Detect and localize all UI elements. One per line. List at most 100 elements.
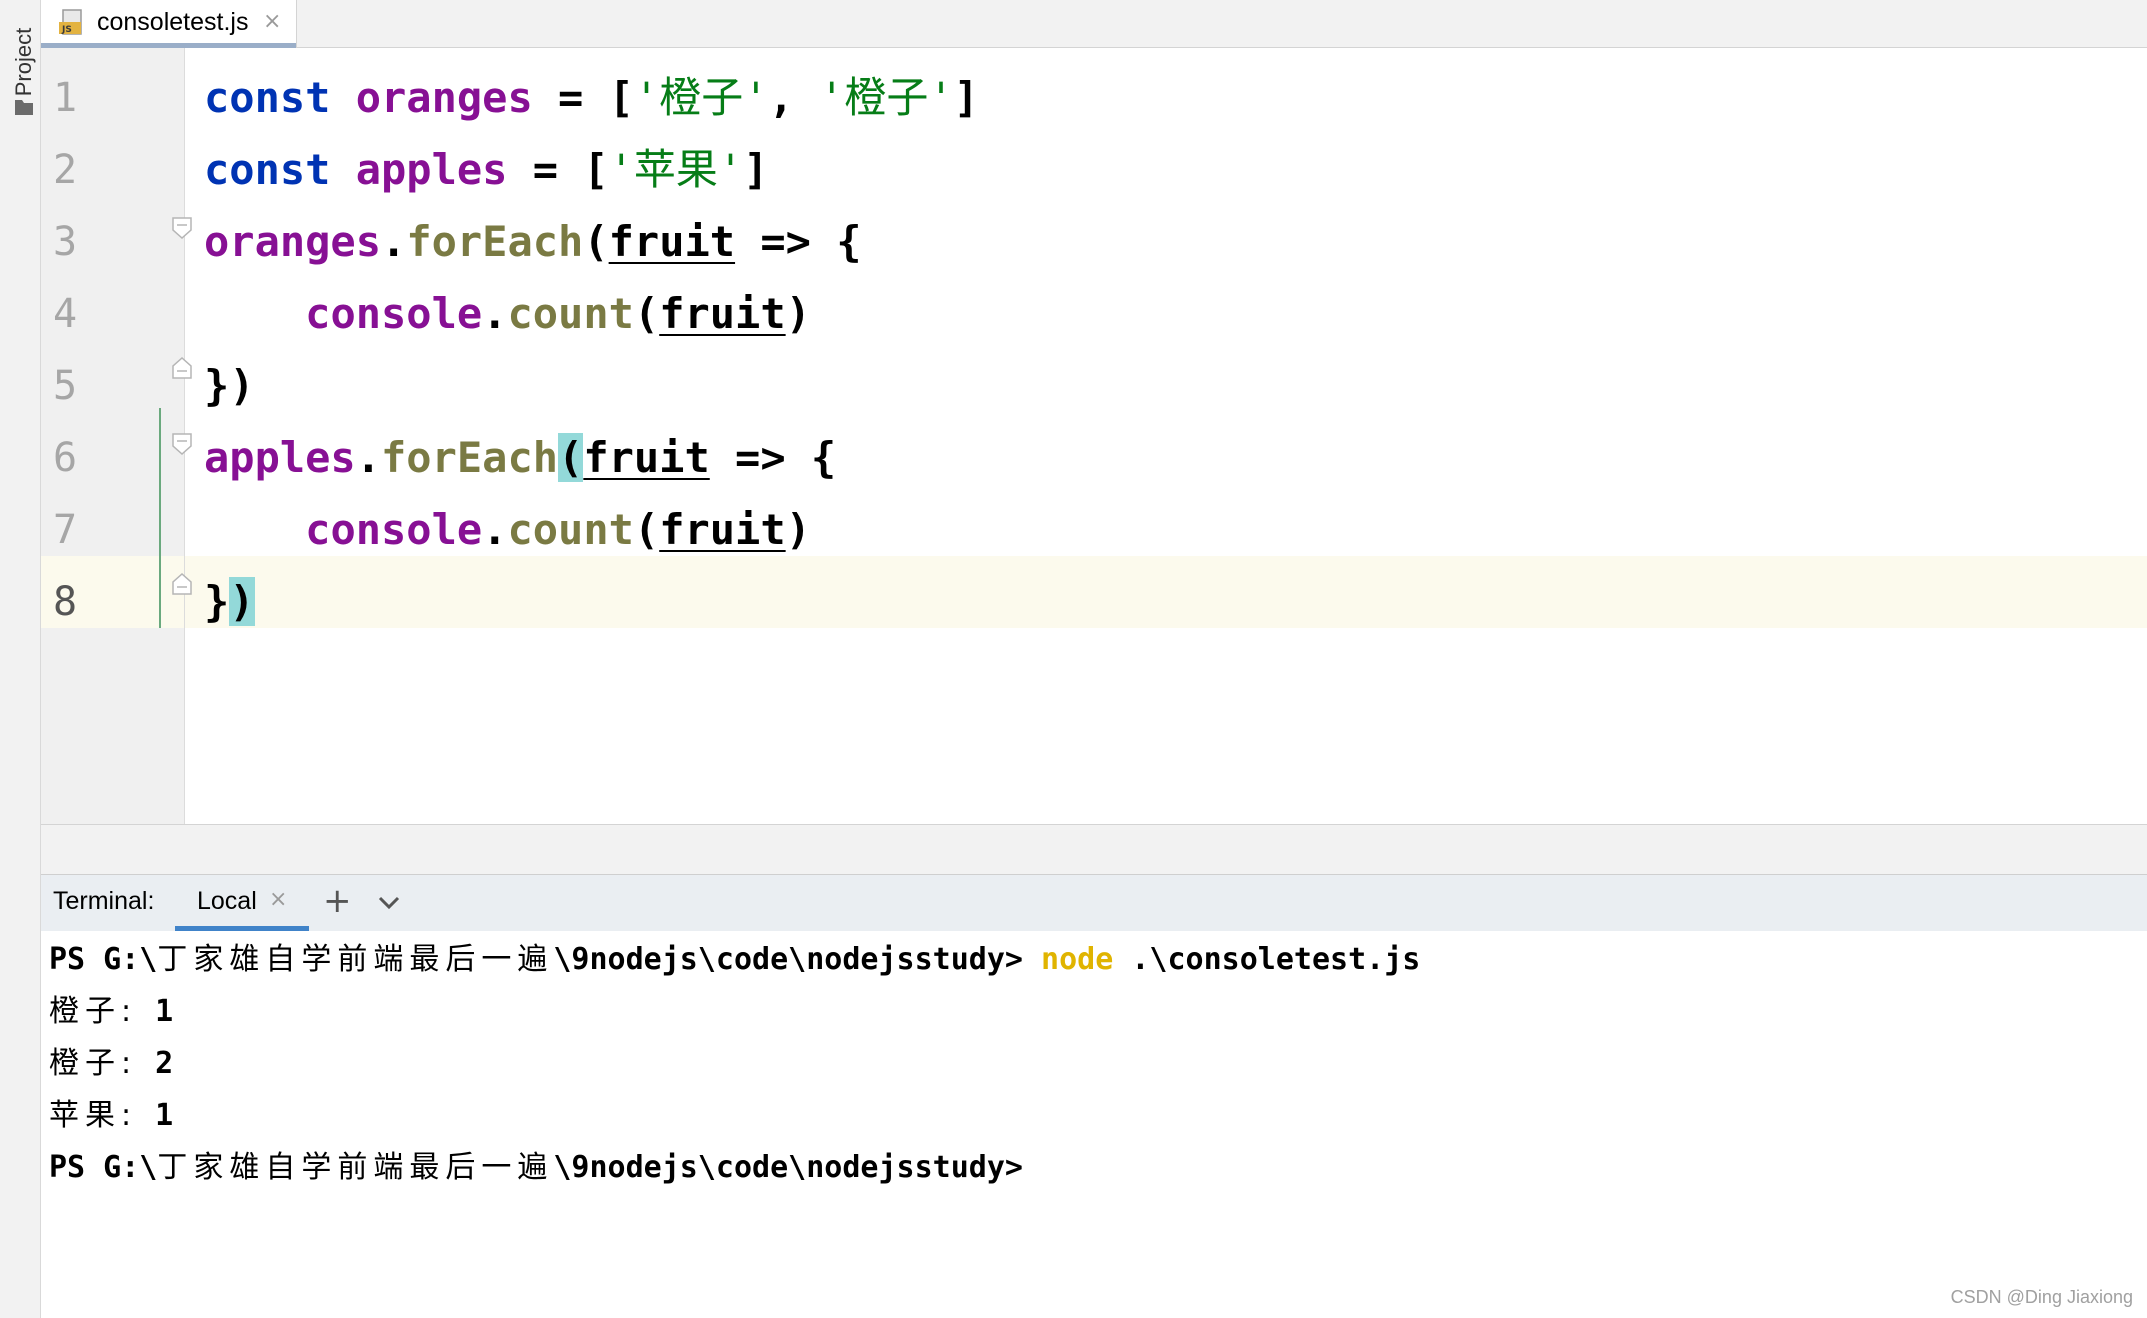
prompt-prefix: PS G:\: [49, 1150, 158, 1185]
command-argument: .\consoletest.js: [1113, 942, 1421, 977]
line-number: 6: [53, 435, 78, 481]
fold-collapse-icon[interactable]: [171, 432, 193, 456]
close-icon[interactable]: ×: [263, 9, 281, 34]
method-name: count: [507, 505, 634, 554]
terminal-prompt-line: PS G:\丁家雄自学前端最后一遍\9nodejs\code\nodejsstu…: [49, 934, 1420, 986]
code-line-4: console.count(fruit): [204, 278, 811, 350]
count-value: 1: [137, 994, 174, 1029]
closing-brace: }: [204, 577, 230, 626]
parameter: fruit: [659, 289, 786, 338]
dot: .: [482, 505, 508, 554]
closing-braces: }): [204, 361, 255, 410]
terminal-prompt-line: PS G:\丁家雄自学前端最后一遍\9nodejs\code\nodejsstu…: [49, 1142, 1023, 1194]
line-number: 5: [53, 363, 78, 409]
matched-paren: ): [229, 577, 255, 626]
count-value: 1: [137, 1098, 174, 1133]
parameter: fruit: [608, 217, 736, 266]
terminal-output[interactable]: PS G:\丁家雄自学前端最后一遍\9nodejs\code\nodejsstu…: [41, 931, 2147, 1318]
string-literal: '橙子': [819, 73, 954, 122]
line-number: 2: [53, 147, 78, 193]
paren: (: [583, 217, 609, 266]
code-line-3: oranges.forEach(fruit => {: [204, 206, 862, 278]
ide-window: Project JS consoletest.js × 1 2 3 4 5 6 …: [0, 0, 2147, 1318]
method-name: forEach: [381, 433, 559, 482]
terminal-title: Terminal:: [53, 887, 155, 915]
operator: = [: [532, 73, 634, 122]
tab-label: Local: [197, 887, 257, 915]
paren: (: [633, 289, 660, 338]
line-number: 7: [53, 507, 78, 553]
terminal-output-line: 苹果: 1: [49, 1090, 173, 1142]
code-line-2: const apples = ['苹果']: [204, 134, 768, 206]
code-line-6: apples.forEach(fruit => {: [204, 422, 836, 494]
variable-name: oranges: [204, 217, 382, 266]
fold-end-icon[interactable]: [171, 356, 193, 380]
panel-splitter[interactable]: [41, 824, 2147, 875]
command-name: node: [1041, 942, 1114, 977]
code-line-5: }): [204, 350, 255, 422]
arrow: => {: [735, 217, 862, 266]
paren: ): [785, 505, 811, 554]
prompt-path: \9nodejs\code\nodejsstudy>: [553, 942, 1042, 977]
code-line-1: const oranges = ['橙子', '橙子']: [204, 62, 979, 134]
vcs-change-marker[interactable]: [159, 408, 161, 628]
project-tool-button[interactable]: Project: [4, 4, 36, 116]
count-label: 苹果:: [49, 1098, 138, 1133]
tab-local[interactable]: Local ×: [175, 875, 309, 931]
tab-label: consoletest.js: [97, 8, 249, 36]
tab-consoletest-js[interactable]: JS consoletest.js ×: [41, 0, 297, 48]
close-icon[interactable]: ×: [269, 887, 287, 912]
terminal-output-line: 橙子: 1: [49, 986, 173, 1038]
tool-window-strip: Project: [0, 0, 41, 1318]
line-number: 3: [53, 219, 78, 265]
code-editor[interactable]: 1 2 3 4 5 6 7 8 const oranges = ['橙子', '…: [41, 48, 2147, 824]
keyword: const: [204, 73, 331, 122]
operator: = [: [507, 145, 609, 194]
keyword: const: [204, 145, 331, 194]
arrow: => {: [709, 433, 837, 482]
svg-text:JS: JS: [61, 25, 72, 35]
fold-collapse-icon[interactable]: [171, 216, 193, 240]
code-line-7: console.count(fruit): [204, 494, 811, 566]
bracket: ]: [743, 145, 769, 194]
paren: (: [633, 505, 660, 554]
line-number: 1: [53, 75, 78, 121]
terminal-output-line: 橙子: 2: [49, 1038, 173, 1090]
matched-paren: (: [558, 433, 584, 482]
caret-line-highlight: [185, 556, 2147, 628]
count-value: 2: [137, 1046, 174, 1081]
prompt-cjk-dir: 丁家雄自学前端最后一遍: [157, 1150, 554, 1185]
prompt-path: \9nodejs\code\nodejsstudy>: [553, 1150, 1023, 1185]
folder-icon: [15, 100, 33, 115]
chevron-down-icon[interactable]: [375, 889, 403, 917]
variable-name: console: [305, 505, 483, 554]
dot: .: [482, 289, 508, 338]
paren: ): [785, 289, 811, 338]
dot: .: [381, 217, 407, 266]
method-name: count: [507, 289, 634, 338]
dot: .: [355, 433, 382, 482]
js-file-icon: JS: [59, 9, 82, 35]
count-label: 橙子:: [49, 1046, 138, 1081]
variable-name: oranges: [355, 73, 533, 122]
fold-end-icon[interactable]: [171, 572, 193, 596]
variable-name: apples: [204, 433, 356, 482]
prompt-prefix: PS G:\: [49, 942, 158, 977]
prompt-cjk-dir: 丁家雄自学前端最后一遍: [157, 942, 554, 977]
code-line-8: }): [204, 566, 255, 638]
string-literal: '橙子': [633, 73, 769, 122]
line-number-current: 8: [53, 579, 78, 625]
project-label: Project: [11, 27, 36, 97]
separator: ,: [768, 73, 820, 122]
editor-tab-bar: JS consoletest.js ×: [41, 0, 2147, 48]
string-literal: '苹果': [608, 145, 744, 194]
parameter: fruit: [659, 505, 786, 554]
parameter: fruit: [583, 433, 710, 482]
variable-name: console: [305, 289, 483, 338]
add-icon[interactable]: +: [323, 881, 352, 921]
line-number: 4: [53, 291, 78, 337]
count-label: 橙子:: [49, 994, 138, 1029]
terminal-toolbar: Terminal: Local × +: [41, 874, 2147, 932]
